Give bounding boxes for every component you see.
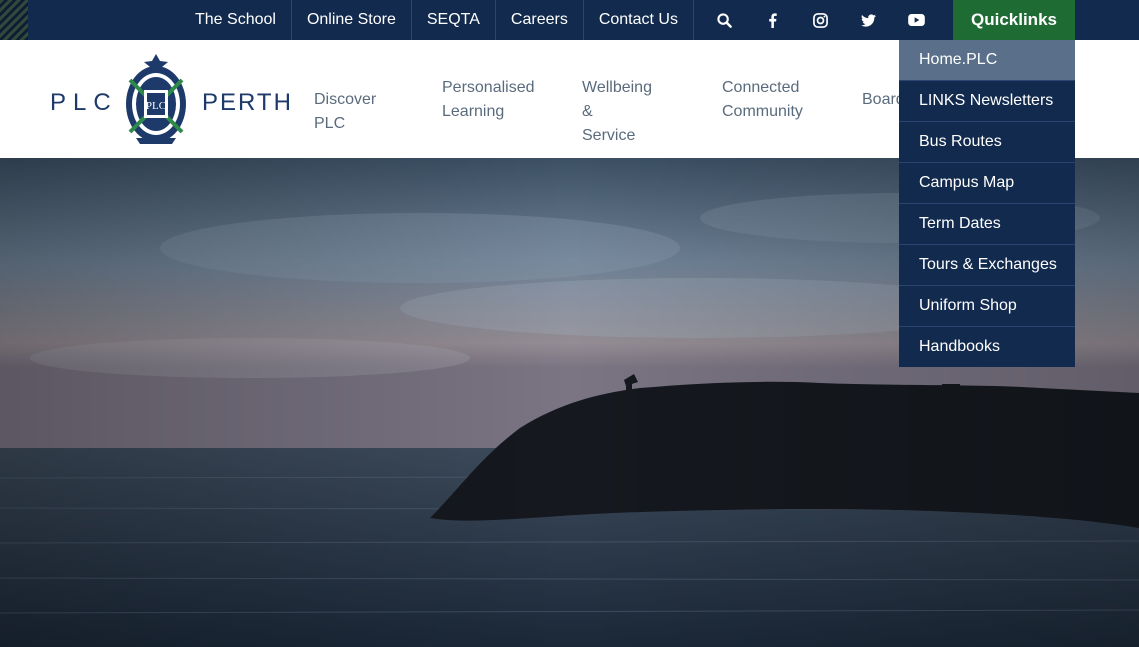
quicklinks-button[interactable]: Quicklinks [953, 0, 1075, 40]
top-link-online-store[interactable]: Online Store [292, 0, 412, 40]
quicklink-term-dates[interactable]: Term Dates [899, 204, 1075, 245]
nav-label-line1: Connected [722, 79, 800, 96]
nav-label-line1: Personalised [442, 79, 535, 96]
quicklink-bus-routes[interactable]: Bus Routes [899, 122, 1075, 163]
logo-text-right[interactable]: PERTH [202, 89, 293, 117]
crest-letters: PLC [146, 100, 166, 112]
search-icon[interactable] [700, 0, 748, 40]
quicklink-home-plc[interactable]: Home.PLC [899, 40, 1075, 81]
top-bar: The School Online Store SEQTA Careers Co… [0, 0, 1139, 40]
logo-text-left[interactable]: PLC [50, 89, 118, 117]
quicklink-campus-map[interactable]: Campus Map [899, 163, 1075, 204]
quicklink-handbooks[interactable]: Handbooks [899, 327, 1075, 367]
youtube-icon[interactable] [892, 0, 940, 40]
facebook-icon[interactable] [748, 0, 796, 40]
nav-connected-community[interactable]: Connected Community [722, 76, 803, 124]
nav-label-line1: Wellbeing & [582, 79, 652, 120]
twitter-icon[interactable] [844, 0, 892, 40]
top-links: The School Online Store SEQTA Careers Co… [180, 0, 694, 40]
nav-label: Discover PLC [314, 91, 377, 132]
quicklink-uniform-shop[interactable]: Uniform Shop [899, 286, 1075, 327]
quicklink-links-newsletters[interactable]: LINKS Newsletters [899, 81, 1075, 122]
nav-personalised-learning[interactable]: Personalised Learning [442, 76, 535, 124]
nav-label-line2: Service [582, 127, 636, 144]
social-links [700, 0, 940, 40]
nav-label-line2: Community [722, 103, 803, 120]
top-link-the-school[interactable]: The School [180, 0, 292, 40]
nav-discover-plc[interactable]: Discover PLC [314, 88, 376, 136]
school-crest-icon[interactable]: PLC [122, 52, 190, 148]
decorative-stripe [0, 0, 28, 40]
quicklinks-dropdown: Home.PLC LINKS Newsletters Bus Routes Ca… [899, 40, 1075, 367]
top-link-seqta[interactable]: SEQTA [412, 0, 496, 40]
nav-label-line2: Learning [442, 103, 505, 120]
instagram-icon[interactable] [796, 0, 844, 40]
nav-wellbeing-service[interactable]: Wellbeing & Service [582, 76, 652, 148]
quicklink-tours-exchanges[interactable]: Tours & Exchanges [899, 245, 1075, 286]
top-link-careers[interactable]: Careers [496, 0, 584, 40]
top-link-contact-us[interactable]: Contact Us [584, 0, 694, 40]
